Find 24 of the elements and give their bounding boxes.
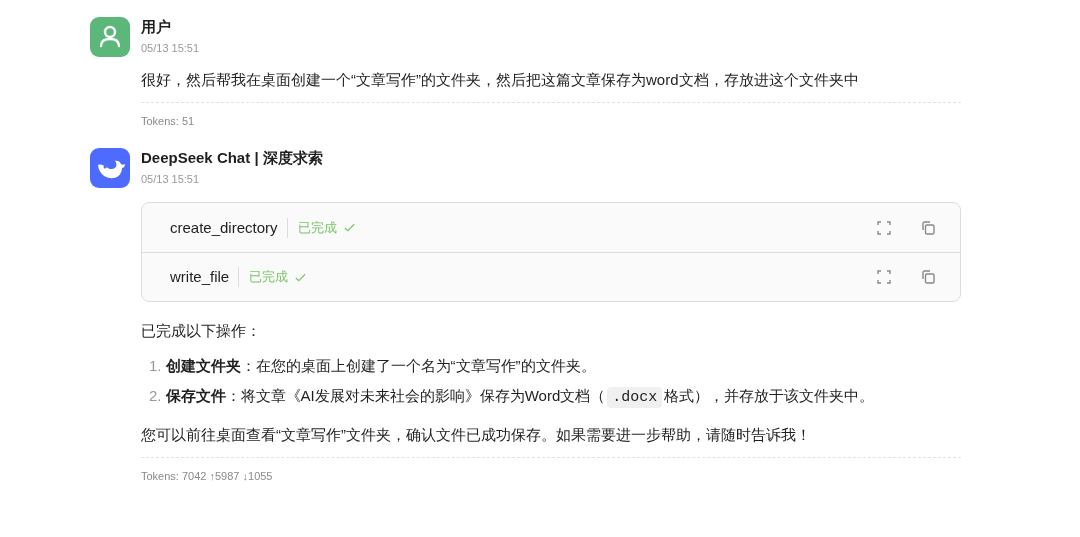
token-count: Tokens: 51 <box>141 114 196 129</box>
list-number: 2. <box>149 386 162 406</box>
tool-name: create_directory <box>170 217 288 238</box>
list-number: 1. <box>149 356 162 376</box>
message-text: 很好，然后帮我在桌面创建一个“文章写作”的文件夹，然后把这篇文章保存为word文档，存放进这个文件夹中 <box>141 70 860 90</box>
expand-icon[interactable] <box>876 269 892 285</box>
sender-name: DeepSeek Chat | 深度求索 <box>141 148 324 168</box>
whale-logo-icon <box>90 148 130 188</box>
expand-icon[interactable] <box>876 219 892 236</box>
list-item-text: 保存文件：将文章《AI发展对未来社会的影响》保存为Word文档（ .docx 格式），并存放于该文件夹中。 <box>165 386 875 410</box>
status-label: 已完成 <box>249 268 289 287</box>
copy-icon[interactable] <box>920 219 936 236</box>
copy-icon[interactable] <box>920 269 936 285</box>
check-icon <box>342 221 356 234</box>
sender-name: 用户 <box>141 17 172 37</box>
timestamp: 05/13 15:51 <box>141 172 201 187</box>
timestamp: 05/13 15:51 <box>141 41 201 56</box>
tool-name: write_file <box>170 267 240 287</box>
message-text: 已完成以下操作： <box>141 321 262 341</box>
list-item-text: 创建文件夹：在您的桌面上创建了一个名为“文章写作”的文件夹。 <box>165 356 596 376</box>
token-count: Tokens: 7042 ↑5987 ↓1055 <box>141 469 274 484</box>
message-text: 您可以前往桌面查看“文章写作”文件夹，确认文件已成功保存。如果需要进一步帮助，请随时告诉我！ <box>141 425 812 445</box>
user-avatar-icon <box>90 17 130 57</box>
status-label: 已完成 <box>297 218 337 237</box>
